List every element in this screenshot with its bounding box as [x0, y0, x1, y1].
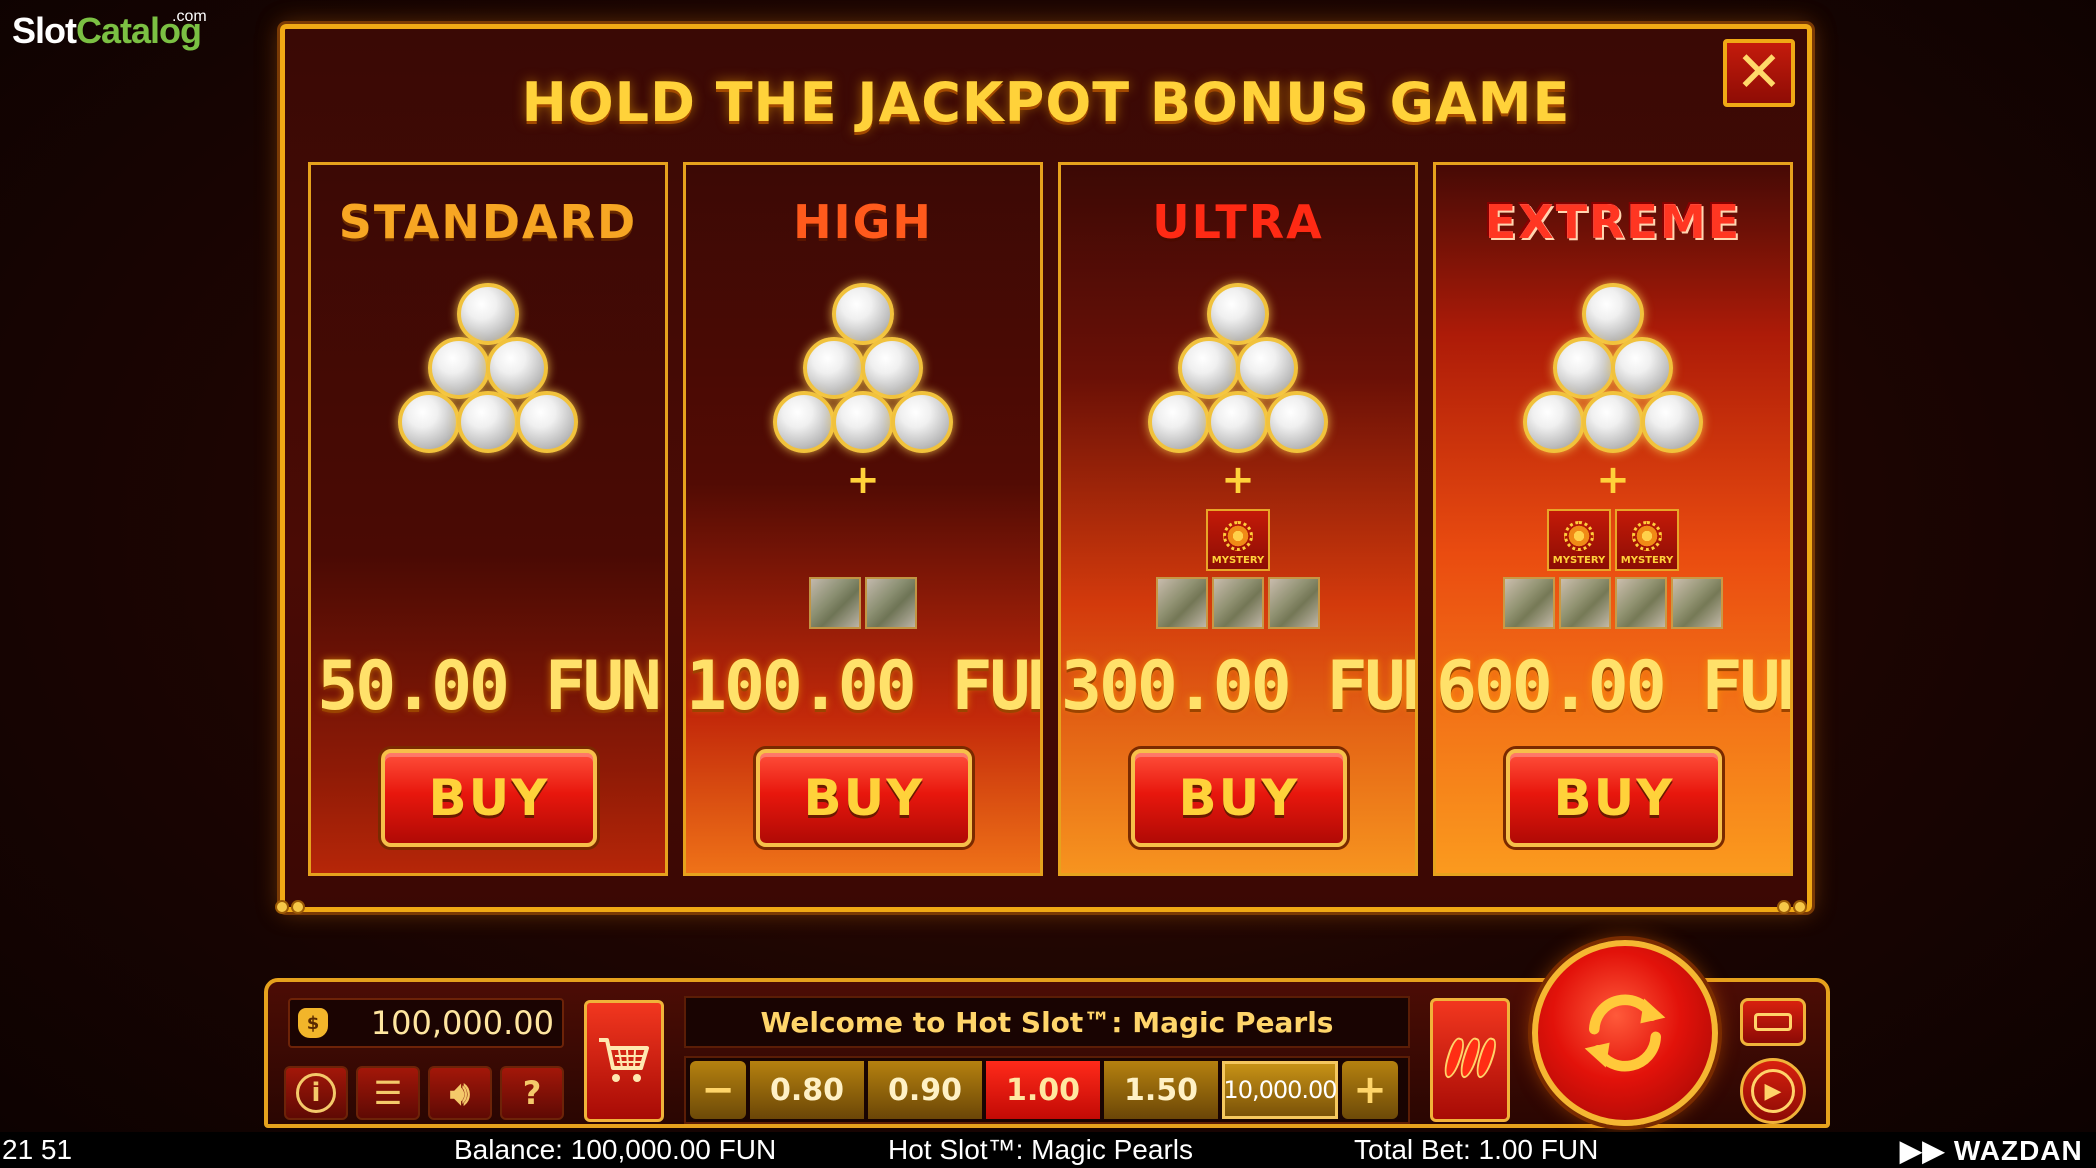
tier-title: ULTRA: [1152, 195, 1324, 249]
bonus-symbol-icon: [1559, 577, 1611, 629]
bet-option[interactable]: 0.90: [868, 1061, 982, 1119]
spin-arrows-icon: [1584, 994, 1666, 1072]
mystery-symbol-row: MYSTERY: [1061, 509, 1415, 571]
volatility-button[interactable]: [1430, 998, 1510, 1122]
buy-button-high[interactable]: BUY: [756, 749, 972, 847]
balance-value: 100,000.00: [370, 1004, 554, 1042]
turbo-icon: [1754, 1013, 1792, 1031]
buy-label: BUY: [1178, 769, 1300, 827]
status-total-bet: Total Bet: 1.00 FUN: [1354, 1134, 1599, 1165]
bonus-symbol-row: [686, 577, 1040, 629]
clock: 21 51: [2, 1134, 73, 1165]
play-icon: ▶: [1751, 1069, 1795, 1113]
plus-icon: +: [1221, 457, 1255, 503]
mystery-label: MYSTERY: [1552, 555, 1606, 566]
mystery-symbol-icon: MYSTERY: [1206, 509, 1270, 571]
balance-display: $ 100,000.00: [288, 998, 564, 1048]
bonus-symbol-row: [1061, 577, 1415, 629]
tier-card-standard: STANDARD 50.00 FUN BUY: [308, 162, 668, 876]
info-icon: i: [296, 1073, 336, 1113]
plus-icon: +: [1596, 457, 1630, 503]
tier-title: HIGH: [793, 195, 933, 249]
mystery-symbol-row: MYSTERY MYSTERY: [1436, 509, 1790, 571]
tier-price: 300.00 FUN: [1061, 647, 1418, 726]
buy-button-ultra[interactable]: BUY: [1131, 749, 1347, 847]
bonus-symbol-icon: [1268, 577, 1320, 629]
status-bar: 21 51 Balance: 100,000.00 FUN Hot Slot™:…: [0, 1132, 2096, 1168]
spin-button[interactable]: [1532, 940, 1718, 1126]
plus-icon: +: [846, 457, 880, 503]
status-game-title: Hot Slot™: Magic Pearls: [888, 1134, 1193, 1165]
buy-button-extreme[interactable]: BUY: [1506, 749, 1722, 847]
mystery-label: MYSTERY: [1211, 555, 1265, 566]
bonus-symbol-icon: [809, 577, 861, 629]
help-icon: ?: [522, 1074, 542, 1112]
bonus-buy-modal: HOLD THE JACKPOT BONUS GAME ✕ STANDARD 5…: [275, 24, 1812, 914]
modal-title: HOLD THE JACKPOT BONUS GAME: [521, 71, 1571, 134]
frame-ornament-left: [275, 899, 315, 919]
bonus-symbol-icon: [1156, 577, 1208, 629]
bonus-symbol-icon: [1671, 577, 1723, 629]
help-button[interactable]: ?: [500, 1066, 564, 1120]
chili-pepper-icon: [1440, 1035, 1500, 1083]
shopping-cart-icon: [599, 1038, 649, 1082]
info-button[interactable]: i: [284, 1066, 348, 1120]
status-balance: Balance: 100,000.00 FUN: [454, 1134, 777, 1165]
tier-price: 600.00 FUN: [1436, 647, 1793, 726]
pearl-pyramid-icon: [1523, 283, 1703, 453]
wazdan-logo: ▶▶ WAZDAN: [1900, 1135, 2083, 1166]
watermark-domain: .com: [172, 8, 207, 25]
pearl-pyramid-icon: [398, 283, 578, 453]
menu-button[interactable]: ☰: [356, 1066, 420, 1120]
tier-card-ultra: ULTRA + MYSTERY 300.00 FUN BUY: [1058, 162, 1418, 876]
buy-label: BUY: [803, 769, 925, 827]
buy-label: BUY: [1553, 769, 1675, 827]
tier-price: 50.00 FUN: [317, 647, 661, 726]
pearl-pyramid-icon: [1148, 283, 1328, 453]
watermark-slot: Slot: [12, 10, 77, 51]
turbo-button[interactable]: [1740, 998, 1806, 1046]
bet-selector: − 0.80 0.90 1.00 1.50 10,000.00 +: [684, 1056, 1410, 1124]
slotcatalog-watermark: SlotCatalog .com: [12, 8, 207, 52]
mystery-symbol-icon: MYSTERY: [1547, 509, 1611, 571]
tier-card-extreme: EXTREME + MYSTERY MYSTERY 600.00 FUN BUY: [1433, 162, 1793, 876]
tier-card-high: HIGH + 100.00 FUN BUY: [683, 162, 1043, 876]
mystery-label: MYSTERY: [1620, 555, 1674, 566]
bonus-symbol-icon: [865, 577, 917, 629]
bonus-symbol-icon: [1615, 577, 1667, 629]
speaker-icon: 🔊︎: [449, 1073, 471, 1112]
message-ticker: Welcome to Hot Slot™: Magic Pearls: [684, 996, 1410, 1048]
menu-icon: ☰: [373, 1074, 403, 1112]
bet-option-selected[interactable]: 1.00: [986, 1061, 1100, 1119]
bet-option[interactable]: 1.50: [1104, 1061, 1218, 1119]
mystery-symbol-icon: MYSTERY: [1615, 509, 1679, 571]
bonus-symbol-row: [1436, 577, 1790, 629]
money-bag-icon: $: [298, 1008, 328, 1038]
buy-feature-button[interactable]: [584, 1000, 664, 1122]
tier-title: STANDARD: [338, 195, 638, 249]
bet-option[interactable]: 0.80: [750, 1061, 864, 1119]
bet-decrease-button[interactable]: −: [690, 1061, 746, 1119]
frame-ornament-right: [1777, 899, 1817, 919]
tier-title: EXTREME: [1484, 195, 1742, 249]
tier-price: 100.00 FUN: [686, 647, 1043, 726]
buy-label: BUY: [428, 769, 550, 827]
buy-button-standard[interactable]: BUY: [381, 749, 597, 847]
bonus-symbol-icon: [1503, 577, 1555, 629]
pearl-pyramid-icon: [773, 283, 953, 453]
close-button[interactable]: ✕: [1723, 39, 1795, 107]
autoplay-button[interactable]: ▶: [1740, 1058, 1806, 1124]
sound-button[interactable]: 🔊︎: [428, 1066, 492, 1120]
bet-increase-button[interactable]: +: [1342, 1061, 1398, 1119]
bet-max-option[interactable]: 10,000.00: [1222, 1061, 1338, 1119]
close-icon: ✕: [1735, 40, 1783, 105]
bonus-symbol-icon: [1212, 577, 1264, 629]
